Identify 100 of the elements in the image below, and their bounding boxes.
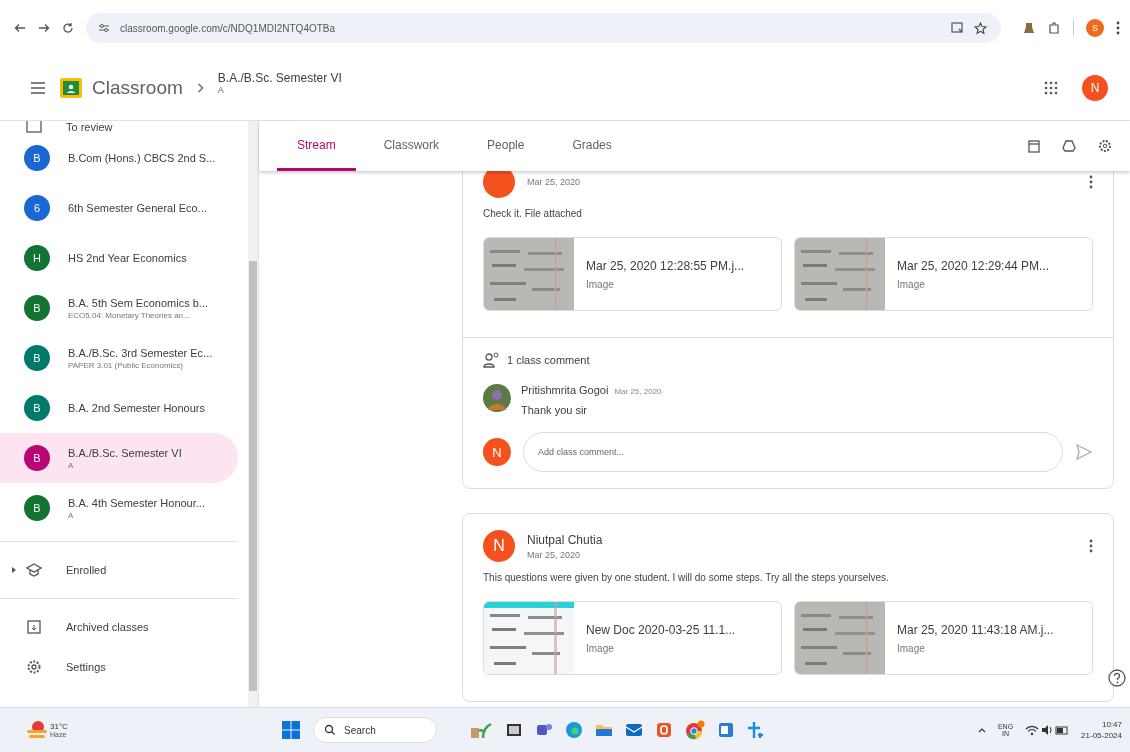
class-item[interactable]: B B.A. 4th Semester Honour... A: [0, 483, 238, 533]
search-icon: [324, 724, 337, 736]
reload-icon[interactable]: [62, 22, 74, 34]
class-title[interactable]: B.A./B.Sc. Semester VI: [217, 71, 342, 85]
class-item[interactable]: B B.A./B.Sc. 3rd Semester Ec... PAPER 3.01 (Public Economics): [0, 333, 238, 383]
forward-icon[interactable]: [38, 23, 50, 33]
tab[interactable]: Grades: [552, 121, 632, 171]
class-name: 6th Semester General Eco...: [68, 202, 207, 214]
app-name[interactable]: Classroom: [92, 77, 183, 99]
comment-input[interactable]: Add class comment...: [523, 432, 1063, 472]
weather-icon[interactable]: [26, 720, 48, 740]
comment-text: Thank you sir: [521, 404, 589, 416]
settings-icon: [26, 659, 42, 675]
graduation-cap-icon: [26, 562, 42, 578]
clock[interactable]: 10:47 21-05-2024: [1081, 720, 1122, 740]
more-options-icon[interactable]: [1089, 539, 1093, 553]
more-options-icon[interactable]: [1089, 175, 1093, 189]
sidebar-item[interactable]: To review: [66, 121, 113, 133]
class-initial: B: [24, 345, 50, 371]
author-avatar: N: [483, 530, 515, 562]
settings-icon[interactable]: [1098, 139, 1112, 153]
help-icon[interactable]: [1108, 669, 1126, 687]
word-icon[interactable]: [716, 721, 735, 739]
author-avatar: [483, 171, 515, 198]
office-icon[interactable]: [654, 721, 673, 739]
expand-caret-icon[interactable]: [12, 567, 16, 573]
class-name: B.A. 5th Sem Economics b...: [68, 296, 208, 309]
class-initial: 6: [24, 195, 50, 221]
people-icon: [483, 352, 501, 368]
attachment-card[interactable]: Mar 25, 2020 12:28:55 PM.j... Image: [483, 237, 782, 311]
class-initial: B: [24, 295, 50, 321]
system-tray-icons[interactable]: [1025, 723, 1070, 737]
tab[interactable]: People: [467, 121, 545, 171]
class-item[interactable]: H HS 2nd Year Economics: [0, 233, 238, 283]
comment-count[interactable]: 1 class comment: [507, 354, 590, 366]
tab[interactable]: Classwork: [363, 121, 460, 171]
breadcrumb-chevron-icon: [196, 83, 204, 93]
site-settings-icon[interactable]: [98, 23, 110, 33]
attachment-card[interactable]: Mar 25, 2020 12:29:44 PM... Image: [794, 237, 1093, 311]
class-name: B.A./B.Sc. Semester VI: [68, 446, 182, 459]
class-initial: B: [24, 395, 50, 421]
attachment-card[interactable]: Mar 25, 2020 11:43:18 AM.j... Image: [794, 601, 1093, 675]
class-name: B.A. 4th Semester Honour...: [68, 496, 205, 509]
commenter-name: Pritishmrita Gogoi: [521, 384, 609, 396]
sidebar-item[interactable]: Enrolled: [66, 564, 107, 576]
post-date: Mar 25, 2020: [527, 549, 582, 560]
mail-icon[interactable]: [624, 721, 643, 739]
attachment-name: Mar 25, 2020 12:29:44 PM...: [897, 258, 1050, 273]
sidebar-item[interactable]: Settings: [66, 661, 106, 673]
commenter-avatar: [483, 384, 511, 412]
attachment-type: Image: [586, 642, 615, 654]
post-text: This questions were given by one student. I will do some steps. Try all the steps yourselves.: [483, 572, 890, 583]
class-subtitle: PAPER 3.01 (Public Economics): [68, 360, 184, 370]
class-subtitle: A: [68, 460, 75, 470]
attachment-name: Mar 25, 2020 11:43:18 AM.j...: [897, 622, 1054, 637]
class-name: B.A. 2nd Semester Honours: [68, 402, 205, 414]
temperature: 31°C: [50, 722, 68, 731]
review-icon[interactable]: [26, 121, 42, 133]
sidebar-item[interactable]: Archived classes: [66, 621, 149, 633]
tab[interactable]: Stream: [277, 121, 356, 171]
menu-icon[interactable]: [30, 81, 46, 95]
class-section: A: [217, 85, 342, 95]
class-name: B.A./B.Sc. 3rd Semester Ec...: [68, 346, 213, 359]
archive-icon: [26, 619, 42, 635]
apps-grid-icon[interactable]: [1044, 81, 1058, 95]
start-icon[interactable]: [281, 720, 302, 740]
attachment-type: Image: [897, 642, 926, 654]
install-icon[interactable]: [951, 21, 964, 35]
class-initial: B: [24, 445, 50, 471]
class-item[interactable]: B B.A. 2nd Semester Honours: [0, 383, 238, 433]
chrome-icon[interactable]: [684, 720, 705, 740]
taskbar-search[interactable]: Search: [313, 717, 437, 743]
tray-caret-icon[interactable]: [977, 727, 986, 733]
class-subtitle: ECO5.04: Monetary Theories an...: [68, 310, 191, 320]
attachment-type: Image: [897, 278, 926, 290]
post-date: Mar 25, 2020: [527, 177, 581, 187]
class-name: B.Com (Hons.) CBCS 2nd S...: [68, 152, 216, 164]
calendar-icon[interactable]: [1028, 139, 1040, 153]
task-view-icon[interactable]: [504, 721, 523, 739]
class-initial: B: [24, 145, 50, 171]
class-item[interactable]: B B.A./B.Sc. Semester VI A: [0, 433, 238, 483]
class-item[interactable]: B B.Com (Hons.) CBCS 2nd S...: [0, 133, 238, 183]
comment-date: Mar 25, 2020: [614, 387, 662, 396]
attachment-name: New Doc 2020-03-25 11.1...: [586, 622, 736, 637]
class-initial: B: [24, 495, 50, 521]
user-avatar: N: [483, 438, 511, 466]
attachment-card[interactable]: New Doc 2020-03-25 11.1... Image: [483, 601, 782, 675]
class-item[interactable]: 6 6th Semester General Eco...: [0, 183, 238, 233]
scrollbar-thumb[interactable]: [249, 261, 257, 691]
attachment-name: Mar 25, 2020 12:28:55 PM.j...: [586, 258, 745, 273]
bookmark-star-icon[interactable]: [974, 21, 987, 35]
plant-app-icon[interactable]: [468, 720, 493, 740]
address-bar[interactable]: classroom.google.com/c/NDQ1MDI2NTQ4OTBa: [86, 13, 1001, 43]
class-item[interactable]: B B.A. 5th Sem Economics b... ECO5.04: Monetary Theories an...: [0, 283, 238, 333]
class-name: HS 2nd Year Economics: [68, 252, 187, 264]
classroom-logo-icon[interactable]: [60, 78, 82, 98]
post-text: Check it. File attached: [483, 208, 583, 219]
back-icon[interactable]: [14, 23, 26, 33]
class-subtitle: A: [68, 510, 75, 520]
browser-menu-icon[interactable]: [1116, 21, 1120, 35]
